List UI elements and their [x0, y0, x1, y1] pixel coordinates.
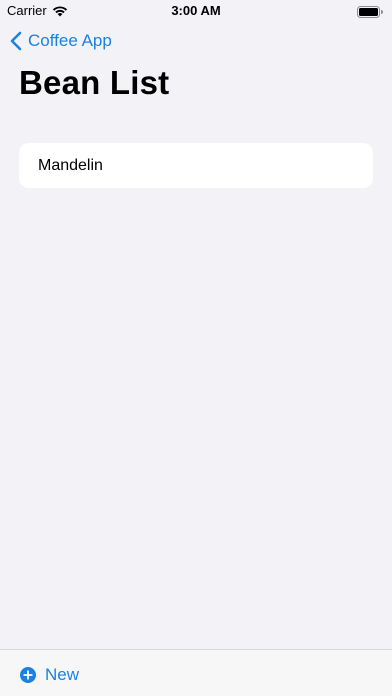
page-title: Bean List — [19, 64, 170, 101]
list-item-label: Mandelin — [38, 156, 103, 174]
battery-icon — [357, 5, 383, 18]
plus-circle-icon — [20, 667, 36, 683]
back-button-label: Coffee App — [28, 31, 112, 50]
chevron-left-icon — [10, 31, 22, 51]
new-button[interactable]: New — [20, 665, 79, 685]
bottom-toolbar: New — [0, 649, 392, 696]
new-button-label: New — [45, 665, 80, 684]
status-bar: Carrier 3:00 AM — [0, 0, 392, 22]
back-button[interactable]: Coffee App — [10, 29, 112, 53]
status-time: 3:00 AM — [171, 3, 221, 18]
bean-list: Mandelin — [19, 143, 373, 188]
screen: Carrier 3:00 AM Coffee App Bean List Man… — [0, 0, 392, 696]
list-item[interactable]: Mandelin — [19, 143, 373, 188]
